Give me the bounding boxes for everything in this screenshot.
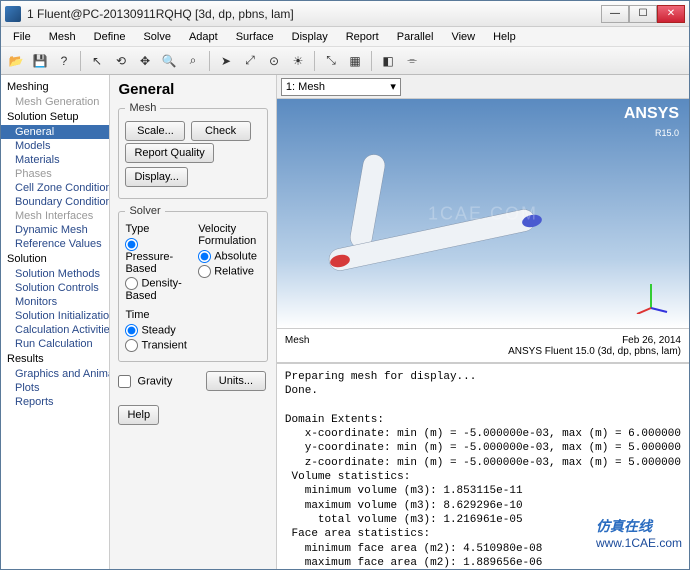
display-button[interactable]: Display... — [125, 167, 187, 187]
help-icon[interactable]: ? — [53, 50, 75, 72]
tree-item-solution-methods[interactable]: Solution Methods — [1, 267, 109, 281]
tree-item-materials[interactable]: Materials — [1, 153, 109, 167]
tree-item-cell-zone-conditions[interactable]: Cell Zone Conditions — [1, 181, 109, 195]
solver-type-density-based[interactable]: Density-Based — [125, 276, 188, 303]
tree-item-reference-values[interactable]: Reference Values — [1, 237, 109, 251]
menu-mesh[interactable]: Mesh — [41, 29, 84, 45]
app-icon — [5, 6, 21, 22]
maximize-button[interactable]: ☐ — [629, 5, 657, 23]
menu-define[interactable]: Define — [86, 29, 134, 45]
tree-item-models[interactable]: Models — [1, 139, 109, 153]
gravity-checkbox[interactable]: Gravity — [118, 375, 172, 388]
time-steady[interactable]: Steady — [125, 323, 260, 338]
check-button[interactable]: Check — [191, 121, 251, 141]
graphics-tabs: 1: Mesh ▾ — [277, 75, 689, 99]
arrow-icon[interactable]: ➤ — [215, 50, 237, 72]
tree-head-results: Results — [1, 351, 109, 367]
mesh-legend: Mesh — [125, 102, 160, 114]
graphics-tab-dropdown[interactable]: 1: Mesh ▾ — [281, 78, 401, 96]
tree-item-solution-initialization[interactable]: Solution Initialization — [1, 309, 109, 323]
solver-group: Solver Type Pressure-BasedDensity-Based … — [118, 205, 267, 362]
menu-report[interactable]: Report — [338, 29, 387, 45]
site-watermark: 仿真在线 www.1CAE.com — [596, 516, 682, 550]
menu-file[interactable]: File — [5, 29, 39, 45]
status-date: Feb 26, 2014 — [622, 335, 681, 346]
graphics-status: Mesh Feb 26, 2014 ANSYS Fluent 15.0 (3d,… — [277, 329, 689, 363]
tree-item-plots[interactable]: Plots — [1, 381, 109, 395]
probe-icon[interactable]: ⊙ — [263, 50, 285, 72]
open-icon[interactable]: 📂 — [5, 50, 27, 72]
status-version: ANSYS Fluent 15.0 (3d, dp, pbns, lam) — [285, 346, 681, 357]
velocity-relative[interactable]: Relative — [198, 264, 261, 279]
units-button[interactable]: Units... — [206, 371, 266, 391]
navigation-tree: MeshingMesh GenerationSolution SetupGene… — [1, 75, 110, 569]
fit-icon[interactable]: ⤢ — [239, 50, 261, 72]
status-left: Mesh — [285, 335, 309, 346]
tree-item-run-calculation[interactable]: Run Calculation — [1, 337, 109, 351]
menu-surface[interactable]: Surface — [228, 29, 282, 45]
help-button[interactable]: Help — [118, 405, 159, 425]
menu-adapt[interactable]: Adapt — [181, 29, 226, 45]
tree-item-mesh-generation: Mesh Generation — [1, 95, 109, 109]
ruler-icon[interactable]: ⤡ — [320, 50, 342, 72]
report-quality-button[interactable]: Report Quality — [125, 143, 213, 163]
time-group: Time SteadyTransient — [125, 309, 260, 353]
menubar: FileMeshDefineSolveAdaptSurfaceDisplayRe… — [1, 27, 689, 47]
velocity-formulation-group: Velocity Formulation AbsoluteRelative — [198, 223, 261, 303]
minimize-button[interactable]: — — [601, 5, 629, 23]
velocity-head: Velocity Formulation — [198, 223, 261, 247]
window-title: 1 Fluent@PC-20130911RQHQ [3d, dp, pbns, … — [27, 7, 601, 21]
tree-item-dynamic-mesh[interactable]: Dynamic Mesh — [1, 223, 109, 237]
tree-head-meshing: Meshing — [1, 79, 109, 95]
menu-view[interactable]: View — [443, 29, 483, 45]
tree-item-mesh-interfaces: Mesh Interfaces — [1, 209, 109, 223]
save-icon[interactable]: 💾 — [29, 50, 51, 72]
solver-type-head: Type — [125, 223, 188, 235]
menu-help[interactable]: Help — [485, 29, 524, 45]
close-button[interactable]: ✕ — [657, 5, 685, 23]
light-icon[interactable]: ☀ — [287, 50, 309, 72]
task-pane-general: General Mesh Scale... Check Report Quali… — [110, 75, 276, 569]
tree-item-solution-controls[interactable]: Solution Controls — [1, 281, 109, 295]
axis-triad-icon — [633, 278, 669, 314]
scale-button[interactable]: Scale... — [125, 121, 185, 141]
chevron-down-icon: ▾ — [390, 80, 396, 93]
pan-icon[interactable]: ✥ — [134, 50, 156, 72]
time-transient[interactable]: Transient — [125, 338, 260, 353]
zoom-box-icon[interactable]: ⌕ — [182, 50, 204, 72]
solver-type-pressure-based[interactable]: Pressure-Based — [125, 237, 188, 276]
mesh-geometry — [307, 139, 587, 309]
tree-item-phases: Phases — [1, 167, 109, 181]
tree-item-graphics-and-animations[interactable]: Graphics and Animations — [1, 367, 109, 381]
solver-legend: Solver — [125, 205, 164, 217]
camera-icon[interactable]: ⌯ — [401, 50, 423, 72]
toolbar: 📂💾? ↖⟲✥🔍⌕ ➤⤢⊙☀ ⤡▦ ◧⌯ — [1, 47, 689, 75]
select-icon[interactable]: ↖ — [86, 50, 108, 72]
rotate-icon[interactable]: ⟲ — [110, 50, 132, 72]
views-icon[interactable]: ▦ — [344, 50, 366, 72]
tree-head-setup: Solution Setup — [1, 109, 109, 125]
ansys-logo: ANSYSR15.0 — [624, 105, 679, 141]
task-title: General — [118, 81, 267, 98]
tree-item-boundary-conditions[interactable]: Boundary Conditions — [1, 195, 109, 209]
titlebar: 1 Fluent@PC-20130911RQHQ [3d, dp, pbns, … — [1, 1, 689, 27]
mesh-group: Mesh Scale... Check Report Quality Displ… — [118, 102, 267, 199]
menu-parallel[interactable]: Parallel — [389, 29, 442, 45]
menu-display[interactable]: Display — [284, 29, 336, 45]
tree-head-solution: Solution — [1, 251, 109, 267]
time-head: Time — [125, 309, 260, 321]
tree-item-monitors[interactable]: Monitors — [1, 295, 109, 309]
menu-solve[interactable]: Solve — [135, 29, 179, 45]
solver-type-group: Type Pressure-BasedDensity-Based — [125, 223, 188, 303]
tree-item-general[interactable]: General — [1, 125, 109, 139]
graphics-viewport[interactable]: ANSYSR15.0 1CAE.COM — [277, 99, 689, 329]
zoom-icon[interactable]: 🔍 — [158, 50, 180, 72]
velocity-absolute[interactable]: Absolute — [198, 249, 261, 264]
scene-icon[interactable]: ◧ — [377, 50, 399, 72]
tree-item-reports[interactable]: Reports — [1, 395, 109, 409]
tree-item-calculation-activities[interactable]: Calculation Activities — [1, 323, 109, 337]
watermark: 1CAE.COM — [428, 203, 538, 224]
